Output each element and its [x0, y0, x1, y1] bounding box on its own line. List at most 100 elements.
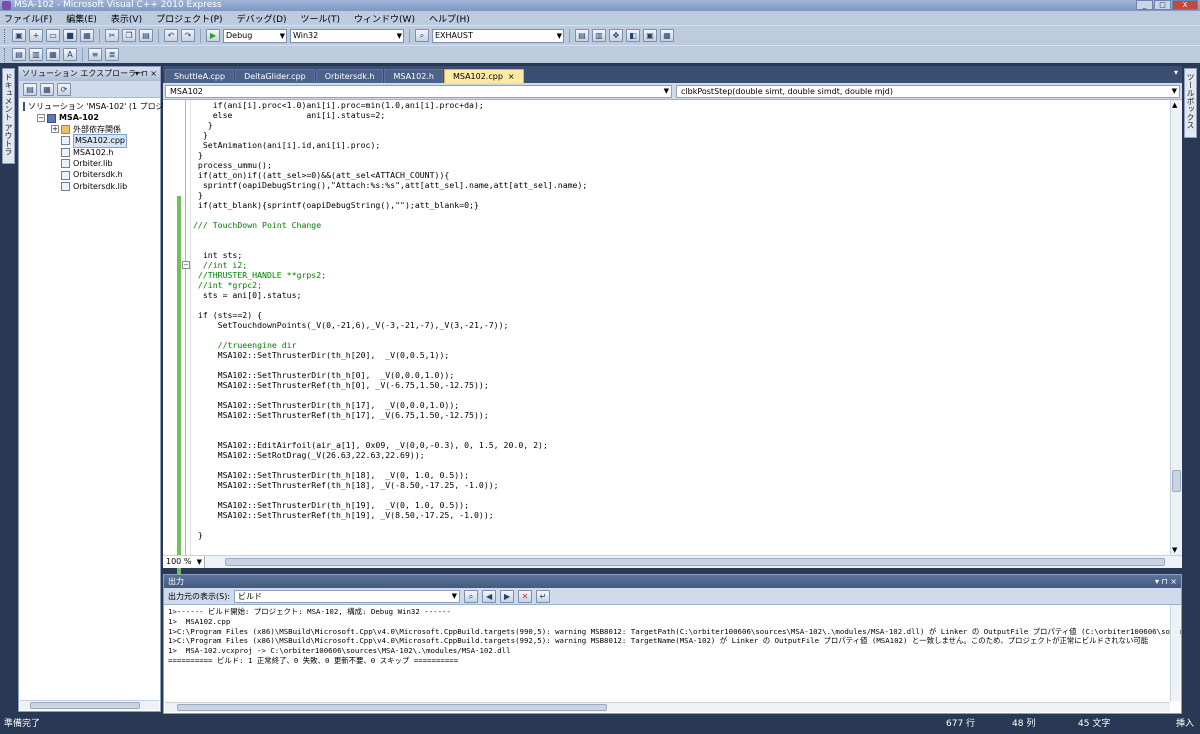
- undo-icon[interactable]: ↶: [164, 29, 178, 42]
- vertical-scrollbar[interactable]: ▲ ▼: [1170, 100, 1182, 555]
- tree-item[interactable]: Orbitersdk.h: [19, 169, 160, 180]
- add-item-icon[interactable]: +: [29, 29, 43, 42]
- properties-icon[interactable]: ▤: [23, 82, 37, 96]
- menu-edit[interactable]: 編集(E): [66, 12, 97, 25]
- code-line[interactable]: MSA102::SetThrusterDir(th_h[18], _V(0, 1…: [193, 470, 1163, 480]
- scrollbar-thumb[interactable]: [177, 704, 607, 711]
- copy-icon[interactable]: ❐: [122, 29, 136, 42]
- scroll-down-icon[interactable]: ▼: [1172, 546, 1177, 554]
- code-line[interactable]: [193, 300, 1163, 310]
- code-line[interactable]: [193, 430, 1163, 440]
- quick-info-icon[interactable]: ▦: [46, 48, 60, 61]
- code-line[interactable]: [193, 420, 1163, 430]
- minimize-button[interactable]: _: [1136, 0, 1153, 10]
- code-line[interactable]: [193, 490, 1163, 500]
- tree-item[interactable]: − MSA-102: [19, 112, 160, 123]
- code-line[interactable]: MSA102::SetThrusterDir(th_h[17], _V(0,0.…: [193, 400, 1163, 410]
- tree-item[interactable]: ソリューション 'MSA-102' (1 プロジ: [19, 101, 164, 112]
- code-line[interactable]: [193, 390, 1163, 400]
- redo-icon[interactable]: ↷: [181, 29, 195, 42]
- save-icon[interactable]: ■: [63, 29, 77, 42]
- horizontal-scrollbar[interactable]: [20, 700, 159, 710]
- code-line[interactable]: MSA102::SetThrusterRef(th_h[17], _V(6.75…: [193, 410, 1163, 420]
- toolbar-grip[interactable]: [4, 28, 7, 43]
- code-line[interactable]: }: [193, 530, 1163, 540]
- code-line[interactable]: MSA102::SetThrusterDir(th_h[20], _V(0,0.…: [193, 350, 1163, 360]
- output-source-select[interactable]: ビルド ▼: [234, 589, 461, 603]
- new-project-icon[interactable]: ▣: [12, 29, 26, 42]
- find-combo[interactable]: EXHAUST ▼: [432, 28, 564, 43]
- code-line[interactable]: if(ani[i].proc<1.0)ani[i].proc=min(1.0,a…: [193, 100, 1163, 110]
- tab-deltaglider-cpp[interactable]: DeltaGlider.cpp: [235, 69, 315, 83]
- close-window-button[interactable]: X: [1172, 0, 1198, 10]
- tree-item[interactable]: Orbitersdk.lib: [19, 181, 160, 192]
- member-list-icon[interactable]: ▤: [12, 48, 26, 61]
- show-all-files-icon[interactable]: ▦: [40, 82, 54, 96]
- code-text[interactable]: if(ani[i].proc<1.0)ani[i].proc=min(1.0,a…: [193, 100, 1163, 555]
- refresh-icon[interactable]: ⟳: [57, 82, 71, 96]
- save-all-icon[interactable]: ▦: [80, 29, 94, 42]
- code-line[interactable]: [193, 240, 1163, 250]
- code-line[interactable]: SetTouchdownPoints(_V(0,-21,6),_V(-3,-21…: [193, 320, 1163, 330]
- next-message-icon[interactable]: ▶: [500, 589, 515, 603]
- menu-file[interactable]: ファイル(F): [4, 12, 52, 25]
- code-line[interactable]: if (sts==2) {: [193, 310, 1163, 320]
- extension-manager-icon[interactable]: ▦: [660, 29, 674, 42]
- collapse-icon[interactable]: −: [37, 114, 45, 123]
- code-line[interactable]: }: [193, 150, 1163, 160]
- pane-controls[interactable]: ▾ ⊓ ×: [135, 67, 157, 81]
- zoom-select[interactable]: 100 % ▼: [163, 556, 205, 568]
- menu-tools[interactable]: ツール(T): [301, 12, 341, 25]
- code-line[interactable]: //int i2;: [193, 260, 1163, 270]
- code-view[interactable]: − if(ani[i].proc<1.0)ani[i].proc=min(1.0…: [163, 100, 1182, 578]
- platform-select[interactable]: Win32 ▼: [290, 28, 404, 43]
- scroll-up-icon[interactable]: ▲: [1172, 101, 1177, 109]
- tab-orbitersdk-h[interactable]: Orbitersdk.h: [315, 69, 384, 83]
- code-line[interactable]: int sts;: [193, 250, 1163, 260]
- code-line[interactable]: MSA102::SetThrusterRef(th_h[19], _V(8.50…: [193, 510, 1163, 520]
- complete-word-icon[interactable]: A: [63, 48, 77, 61]
- expand-icon[interactable]: +: [51, 125, 59, 134]
- toolbar-grip[interactable]: [4, 47, 7, 62]
- menu-help[interactable]: ヘルプ(H): [429, 12, 470, 25]
- tree-item[interactable]: MSA102.cpp: [19, 134, 160, 148]
- code-line[interactable]: sprintf(oapiDebugString(),"Attach:%s:%s"…: [193, 180, 1163, 190]
- code-line[interactable]: //trueengine dir: [193, 340, 1163, 350]
- configuration-select[interactable]: Debug ▼: [223, 28, 287, 43]
- solution-explorer-icon[interactable]: ▤: [575, 29, 589, 42]
- pane-controls[interactable]: ▾ ⊓ ×: [1155, 575, 1177, 588]
- code-line[interactable]: //int *grpc2;: [193, 280, 1163, 290]
- start-debugging-icon[interactable]: ▶: [206, 29, 220, 42]
- tab-msa102-h[interactable]: MSA102.h: [384, 69, 443, 83]
- code-line[interactable]: if(att_blank){sprintf(oapiDebugString(),…: [193, 200, 1163, 210]
- code-line[interactable]: [193, 330, 1163, 340]
- scrollbar-thumb[interactable]: [30, 702, 140, 709]
- horizontal-scrollbar[interactable]: [205, 557, 1182, 568]
- code-line[interactable]: MSA102::SetThrusterRef(th_h[18], _V(-8.5…: [193, 480, 1163, 490]
- parameter-info-icon[interactable]: ▥: [29, 48, 43, 61]
- code-line[interactable]: [193, 230, 1163, 240]
- menu-debug[interactable]: デバッグ(D): [237, 12, 287, 25]
- tab-shuttlea-cpp[interactable]: ShuttleA.cpp: [165, 69, 235, 83]
- cut-icon[interactable]: ✂: [105, 29, 119, 42]
- toolbox-icon[interactable]: ✥: [609, 29, 623, 42]
- code-line[interactable]: //THRUSTER_HANDLE **grps2;: [193, 270, 1163, 280]
- code-line[interactable]: MSA102::SetRotDrag(_V(26.63,22.63,22.69)…: [193, 450, 1163, 460]
- code-line[interactable]: MSA102::SetThrusterDir(th_h[0], _V(0,0.0…: [193, 370, 1163, 380]
- uncomment-icon[interactable]: ≣: [105, 48, 119, 61]
- member-select[interactable]: clbkPostStep(double simt, double simdt, …: [676, 84, 1180, 98]
- menu-window[interactable]: ウィンドウ(W): [354, 12, 415, 25]
- collapse-icon[interactable]: −: [182, 261, 190, 269]
- document-outline-tab[interactable]: ドキュメント アウトライン: [0, 68, 15, 164]
- scrollbar-thumb[interactable]: [225, 557, 1165, 566]
- properties-icon[interactable]: ▥: [592, 29, 606, 42]
- code-line[interactable]: MSA102::SetThrusterRef(th_h[0], _V(-6.75…: [193, 380, 1163, 390]
- code-line[interactable]: else ani[i].status=2;: [193, 110, 1163, 120]
- clear-all-icon[interactable]: ✕: [518, 589, 533, 603]
- tab-msa102-cpp[interactable]: MSA102.cpp ×: [443, 69, 524, 83]
- scope-select[interactable]: MSA102 ▼: [165, 84, 672, 98]
- code-line[interactable]: }: [193, 190, 1163, 200]
- code-line[interactable]: MSA102::SetThrusterDir(th_h[19], _V(0, 1…: [193, 500, 1163, 510]
- scrollbar-thumb[interactable]: [1172, 470, 1181, 492]
- code-line[interactable]: process_ummu();: [193, 160, 1163, 170]
